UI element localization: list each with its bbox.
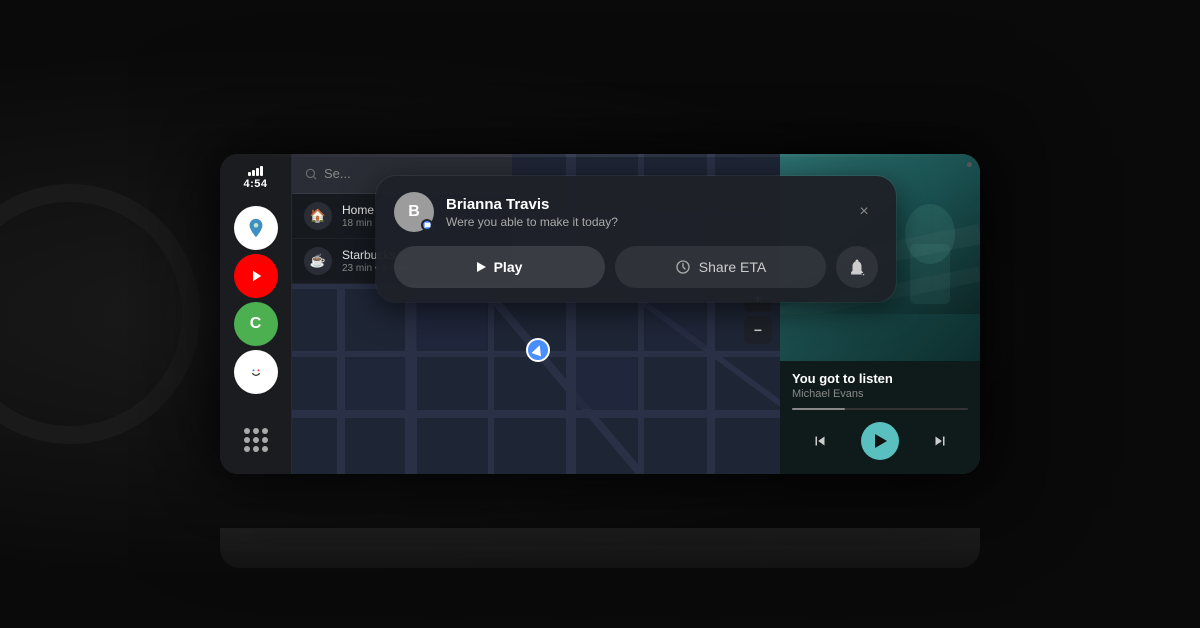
screen-glare	[220, 154, 980, 157]
skip-next-icon	[931, 432, 949, 450]
grid-dot	[253, 437, 259, 443]
grid-dot	[253, 446, 259, 452]
progress-bar	[792, 408, 968, 410]
notification-overlay: B Brianna Travis Were you able to make i…	[292, 154, 980, 302]
coffee-icon: ☕	[304, 247, 332, 275]
close-notification-button[interactable]: ×	[850, 198, 878, 226]
play-icon	[875, 434, 887, 448]
artist-name: Michael Evans	[792, 388, 968, 400]
sender-name: Brianna Travis	[446, 196, 850, 213]
skip-previous-icon	[811, 432, 829, 450]
sidebar: 4:54 C	[220, 154, 292, 474]
dashboard-surface	[220, 528, 980, 568]
grid-dot	[244, 446, 250, 452]
music-info: You got to listen Michael Evans	[780, 361, 980, 474]
status-bar: 4:54	[243, 166, 267, 194]
search-icon	[304, 167, 318, 181]
grid-dot	[244, 428, 250, 434]
grid-dot	[244, 437, 250, 443]
avatar-app-indicator	[421, 219, 433, 231]
notification-actions: Play Share ETA	[394, 246, 878, 288]
navigation-arrow	[532, 344, 545, 357]
home-destination-time: 18 min	[342, 218, 374, 229]
play-pause-button[interactable]	[861, 422, 899, 460]
progress-fill	[792, 408, 845, 410]
messages-icon	[424, 222, 431, 229]
signal-indicator	[248, 166, 263, 176]
grid-dot	[253, 428, 259, 434]
home-icon: 🏠	[304, 202, 332, 230]
music-controls	[792, 418, 968, 468]
contact-avatar: B	[394, 192, 434, 232]
grid-dot	[262, 428, 268, 434]
share-eta-button[interactable]: Share ETA	[615, 246, 826, 288]
signal-bar-4	[260, 166, 263, 176]
home-destination-name: Home	[342, 203, 374, 217]
notification-message: Were you able to make it today?	[446, 215, 850, 229]
sidebar-item-assistant[interactable]	[234, 350, 278, 394]
all-apps-button[interactable]	[234, 418, 278, 462]
notification-header: B Brianna Travis Were you able to make i…	[394, 192, 878, 232]
home-destination-info: Home 18 min	[342, 203, 374, 229]
grid-dot	[262, 446, 268, 452]
next-track-button[interactable]	[924, 425, 956, 457]
notification-text: Brianna Travis Were you able to make it …	[446, 196, 850, 229]
sidebar-item-phone[interactable]: C	[234, 302, 278, 346]
signal-bar-1	[248, 172, 251, 176]
search-placeholder: Se...	[324, 166, 351, 181]
signal-bar-2	[252, 170, 255, 176]
grid-dot	[262, 437, 268, 443]
android-auto-screen: 4:54 C	[220, 154, 980, 474]
play-icon	[477, 262, 486, 272]
song-title: You got to listen	[792, 371, 968, 386]
previous-track-button[interactable]	[804, 425, 836, 457]
phone-icon-letter: C	[250, 315, 262, 333]
sidebar-item-youtube-music[interactable]	[234, 254, 278, 298]
signal-bar-3	[256, 168, 259, 176]
sidebar-item-maps[interactable]	[234, 206, 278, 250]
music-status-dot	[967, 162, 972, 167]
zoom-out-button[interactable]: −	[744, 316, 772, 344]
mute-notification-button[interactable]	[836, 246, 878, 288]
play-message-button[interactable]: Play	[394, 246, 605, 288]
grid-icon	[244, 428, 268, 452]
mute-icon	[848, 258, 866, 276]
time-display: 4:54	[243, 178, 267, 190]
clock-icon	[675, 259, 691, 275]
notification-card: B Brianna Travis Were you able to make i…	[376, 176, 896, 302]
